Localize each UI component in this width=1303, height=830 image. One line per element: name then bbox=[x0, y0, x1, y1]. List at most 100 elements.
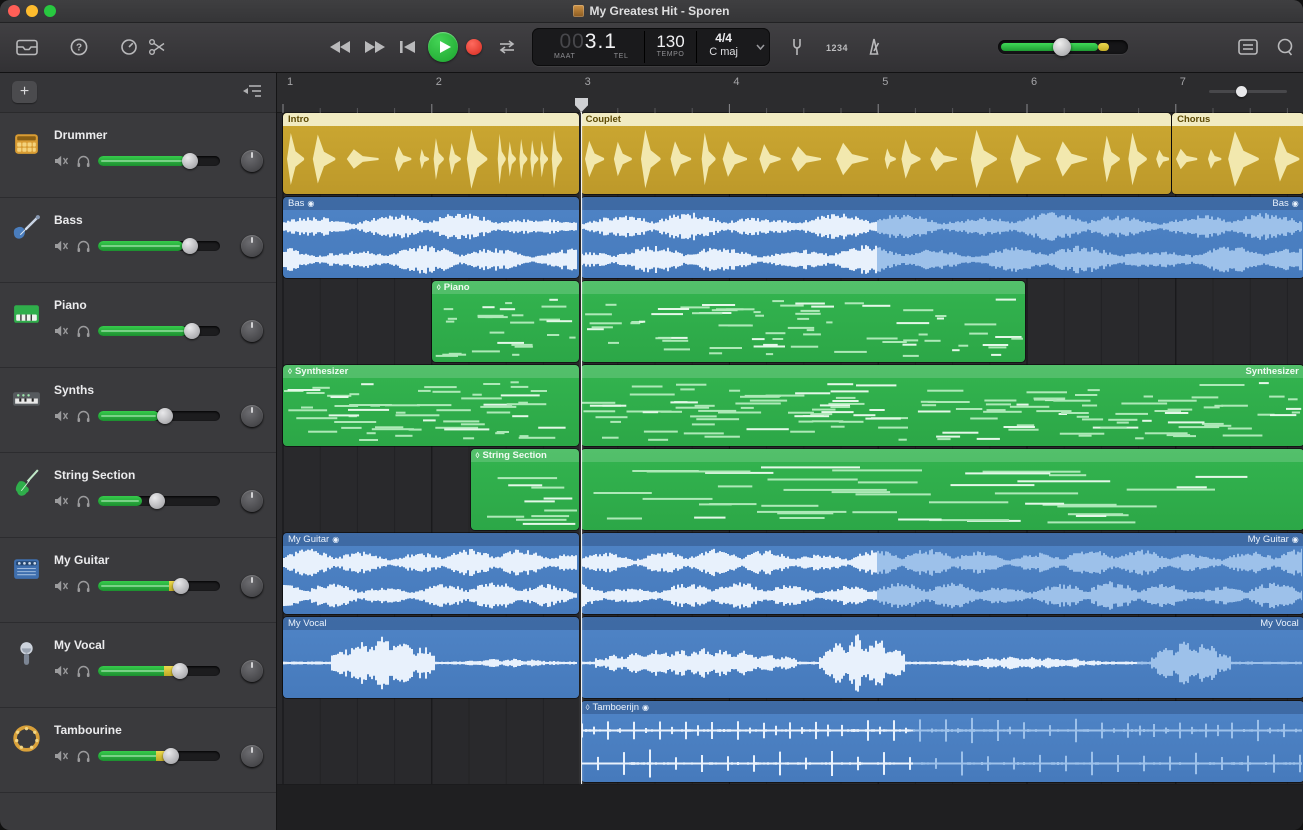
volume-thumb[interactable] bbox=[163, 748, 179, 764]
toolbar: ? 003.1 MAATTEL 130 bbox=[0, 22, 1303, 73]
volume-thumb[interactable] bbox=[182, 238, 198, 254]
region-bas-4[interactable]: Bas◉ bbox=[581, 197, 1303, 278]
solo-button[interactable] bbox=[76, 324, 91, 338]
mute-button[interactable] bbox=[54, 409, 69, 423]
library-icon[interactable] bbox=[16, 39, 38, 56]
pan-knob[interactable] bbox=[241, 405, 263, 427]
timeline-ruler[interactable]: 1234567 bbox=[276, 72, 1303, 113]
mute-button[interactable] bbox=[54, 579, 69, 593]
volume-slider[interactable] bbox=[98, 751, 220, 761]
region-bas-3[interactable]: Bas◉ bbox=[283, 197, 579, 278]
track-header-my-vocal[interactable]: My Vocal bbox=[0, 623, 276, 708]
region-track4-10[interactable] bbox=[581, 449, 1303, 530]
volume-thumb[interactable] bbox=[184, 323, 200, 339]
help-icon[interactable]: ? bbox=[70, 38, 88, 56]
add-track-button[interactable]: + bbox=[12, 81, 37, 103]
pan-knob[interactable] bbox=[241, 490, 263, 512]
solo-button[interactable] bbox=[76, 154, 91, 168]
master-volume-slider[interactable] bbox=[998, 40, 1128, 54]
region-intro-0[interactable]: Intro bbox=[283, 113, 579, 194]
lcd-key-section[interactable]: 4/4 C maj bbox=[697, 28, 751, 66]
solo-button[interactable] bbox=[76, 664, 91, 678]
volume-slider[interactable] bbox=[98, 411, 220, 421]
mute-button[interactable] bbox=[54, 154, 69, 168]
solo-button[interactable] bbox=[76, 579, 91, 593]
apple-loop-icon: ◉ bbox=[642, 703, 649, 713]
zoom-slider[interactable] bbox=[1209, 90, 1287, 93]
zoom-window-button[interactable] bbox=[44, 5, 56, 17]
track-header-synths[interactable]: Synths bbox=[0, 368, 276, 453]
region-couplet-1[interactable]: Couplet bbox=[581, 113, 1172, 194]
track-header-tambourine[interactable]: Tambourine bbox=[0, 708, 276, 793]
volume-thumb[interactable] bbox=[173, 578, 189, 594]
smart-controls-icon[interactable] bbox=[120, 38, 138, 56]
pan-knob[interactable] bbox=[241, 575, 263, 597]
lcd-display[interactable]: 003.1 MAATTEL 130 TEMPO 4/4 C maj bbox=[532, 28, 770, 66]
solo-button[interactable] bbox=[76, 749, 91, 763]
go-to-beginning-button[interactable] bbox=[399, 40, 417, 54]
volume-slider[interactable] bbox=[98, 666, 220, 676]
loop-browser-icon[interactable] bbox=[1276, 38, 1294, 56]
track-header-column: + DrummerBassPianoSynthsString SectionMy… bbox=[0, 72, 277, 830]
track-name: Drummer bbox=[54, 128, 107, 142]
volume-thumb[interactable] bbox=[182, 153, 198, 169]
region-track2-6[interactable] bbox=[581, 281, 1026, 362]
region-header: ◊String Section bbox=[471, 449, 580, 462]
region-string-section-9[interactable]: ◊String Section bbox=[471, 449, 580, 530]
region-tamboerijn-15[interactable]: ◊Tamboerijn◉ bbox=[581, 701, 1303, 782]
pan-knob[interactable] bbox=[241, 320, 263, 342]
volume-slider[interactable] bbox=[98, 581, 220, 591]
volume-slider[interactable] bbox=[98, 326, 220, 336]
mute-button[interactable] bbox=[54, 749, 69, 763]
region-my-vocal-14[interactable]: My Vocal bbox=[581, 617, 1303, 698]
pan-knob[interactable] bbox=[241, 235, 263, 257]
pan-knob[interactable] bbox=[241, 150, 263, 172]
metronome-icon[interactable] bbox=[866, 37, 882, 56]
pan-knob[interactable] bbox=[241, 660, 263, 682]
solo-button[interactable] bbox=[76, 239, 91, 253]
minimize-window-button[interactable] bbox=[26, 5, 38, 17]
count-in-button[interactable]: 1234 bbox=[826, 43, 848, 53]
track-header-piano[interactable]: Piano bbox=[0, 283, 276, 368]
track-header-bass[interactable]: Bass bbox=[0, 198, 276, 283]
region-my-vocal-13[interactable]: My Vocal bbox=[283, 617, 579, 698]
play-button[interactable] bbox=[428, 32, 458, 62]
region-synthesizer-7[interactable]: ◊Synthesizer bbox=[283, 365, 579, 446]
region-label: Tamboerijn bbox=[593, 702, 639, 713]
mute-button[interactable] bbox=[54, 239, 69, 253]
track-header-my-guitar[interactable]: My Guitar bbox=[0, 538, 276, 623]
display-editors-icon[interactable] bbox=[1238, 39, 1258, 55]
lcd-tempo-section[interactable]: 130 TEMPO bbox=[645, 28, 695, 66]
region-my-guitar-11[interactable]: My Guitar◉ bbox=[283, 533, 579, 614]
region-piano-5[interactable]: ◊Piano bbox=[432, 281, 579, 362]
mute-button[interactable] bbox=[54, 324, 69, 338]
master-volume-thumb[interactable] bbox=[1053, 38, 1071, 56]
region-synthesizer-8[interactable]: Synthesizer bbox=[581, 365, 1303, 446]
volume-thumb[interactable] bbox=[172, 663, 188, 679]
window-title-group: My Greatest Hit - Sporen bbox=[573, 4, 729, 18]
track-header-string-section[interactable]: String Section bbox=[0, 453, 276, 538]
volume-slider[interactable] bbox=[98, 156, 220, 166]
volume-thumb[interactable] bbox=[157, 408, 173, 424]
volume-slider[interactable] bbox=[98, 496, 220, 506]
volume-thumb[interactable] bbox=[149, 493, 165, 509]
mute-button[interactable] bbox=[54, 494, 69, 508]
rewind-button[interactable] bbox=[330, 40, 352, 54]
volume-slider[interactable] bbox=[98, 241, 220, 251]
close-window-button[interactable] bbox=[8, 5, 20, 17]
solo-button[interactable] bbox=[76, 409, 91, 423]
lcd-chevron-down-icon[interactable] bbox=[751, 28, 770, 66]
region-chorus-2[interactable]: Chorus bbox=[1172, 113, 1303, 194]
pan-knob[interactable] bbox=[241, 745, 263, 767]
zoom-slider-thumb[interactable] bbox=[1236, 86, 1247, 97]
fast-forward-button[interactable] bbox=[363, 40, 385, 54]
cycle-icon[interactable] bbox=[496, 39, 518, 55]
solo-button[interactable] bbox=[76, 494, 91, 508]
mute-button[interactable] bbox=[54, 664, 69, 678]
record-button[interactable] bbox=[466, 39, 482, 55]
track-header-options-icon[interactable] bbox=[242, 83, 262, 104]
tuning-fork-icon[interactable] bbox=[790, 38, 804, 56]
region-my-guitar-12[interactable]: My Guitar◉ bbox=[581, 533, 1303, 614]
scissors-icon[interactable] bbox=[148, 38, 166, 56]
track-header-drummer[interactable]: Drummer bbox=[0, 113, 276, 198]
